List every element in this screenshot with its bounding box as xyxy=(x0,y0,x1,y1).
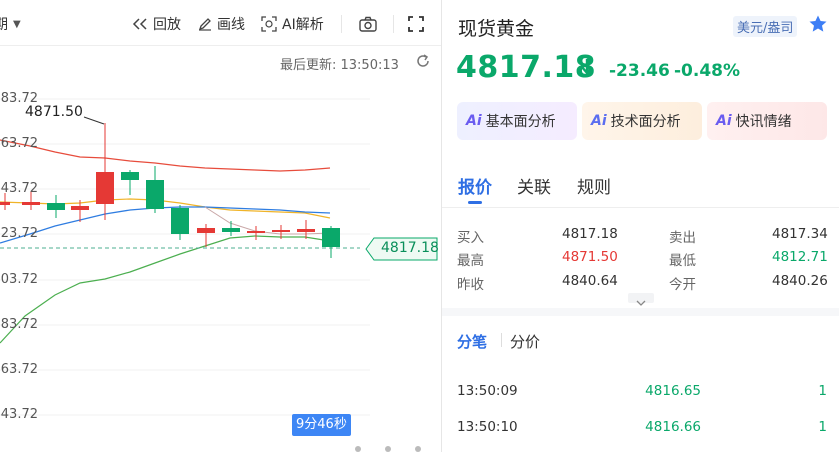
fundamental-analysis-button[interactable]: Ai 基本面分析 xyxy=(457,102,577,140)
expand-chevron-icon[interactable] xyxy=(628,293,654,306)
current-price-tag-text: 4817.18 xyxy=(381,240,439,256)
tab-active-indicator xyxy=(468,201,482,204)
fullscreen-icon xyxy=(408,16,424,32)
y-axis-label: 4783.72 xyxy=(0,317,38,332)
technical-analysis-label: 技术面分析 xyxy=(610,114,681,130)
toolbar-divider xyxy=(393,15,394,33)
currency-badge[interactable]: 美元/盎司 xyxy=(733,16,798,37)
fundamental-analysis-label: 基本面分析 xyxy=(485,114,556,130)
rewind-icon xyxy=(132,18,147,30)
pager-dot[interactable] xyxy=(385,446,391,452)
candle xyxy=(247,226,265,240)
open-label: 今开 xyxy=(669,277,696,293)
quote-panel: 现货黄金 美元/盎司 4817.18 -23.46 -0.48% Ai 基本面分… xyxy=(442,0,839,452)
tabs-separator xyxy=(442,207,839,208)
y-axis-label: 4743.72 xyxy=(0,407,38,422)
pager-dot[interactable] xyxy=(415,446,421,452)
ai-icon: Ai xyxy=(591,113,607,129)
candle xyxy=(297,220,315,239)
y-axis-label: 4843.72 xyxy=(0,181,38,196)
price-change: -23.46 xyxy=(609,61,670,81)
tab-related[interactable]: 关联 xyxy=(517,173,551,198)
buy-value: 4817.18 xyxy=(562,226,618,242)
subtab-price-dist[interactable]: 分价 xyxy=(510,331,540,352)
ai-scan-icon xyxy=(261,16,277,32)
period-selector[interactable]: 期 ▼ xyxy=(0,14,21,34)
draw-label: 画线 xyxy=(217,17,245,33)
chart-panel: 期 ▼ 回放 画线 AI解析 最后更新: 13:50:13 4871.50 83… xyxy=(0,0,441,452)
y-axis-label: 4763.72 xyxy=(0,362,38,377)
ai-label: AI解析 xyxy=(282,17,324,33)
draw-line-button[interactable]: 画线 xyxy=(198,14,245,34)
candle xyxy=(322,226,340,258)
tab-quote[interactable]: 报价 xyxy=(458,173,492,198)
news-sentiment-button[interactable]: Ai 快讯情绪 xyxy=(707,102,827,140)
arrow-down-icon xyxy=(580,58,594,80)
ai-analysis-button[interactable]: AI解析 xyxy=(261,14,324,34)
prev-close-value: 4840.64 xyxy=(562,273,618,289)
tick-volume: 1 xyxy=(818,383,827,399)
countdown-badge: 9分46秒 xyxy=(292,414,351,436)
tick-price: 4816.66 xyxy=(645,419,701,435)
low-label: 最低 xyxy=(669,253,696,269)
favorite-star-icon[interactable] xyxy=(808,14,828,38)
candles xyxy=(0,123,340,258)
section-separator xyxy=(442,308,839,316)
low-value: 4812.71 xyxy=(772,249,828,265)
candle xyxy=(121,170,139,195)
candlestick-chart[interactable] xyxy=(0,80,370,452)
y-axis-label: 4883.72 xyxy=(0,91,38,106)
grid-lines xyxy=(0,98,370,416)
current-price: 4817.18 xyxy=(456,50,597,85)
tick-volume: 1 xyxy=(818,419,827,435)
buy-label: 买入 xyxy=(457,230,484,246)
ai-icon: Ai xyxy=(466,113,482,129)
high-value: 4871.50 xyxy=(562,249,618,265)
pager-dot[interactable] xyxy=(355,446,361,452)
ma-line-green xyxy=(0,235,331,344)
ai-icon: Ai xyxy=(716,113,732,129)
last-update-text: 最后更新: 13:50:13 xyxy=(280,58,399,73)
tick-time: 13:50:09 xyxy=(457,383,518,399)
y-axis-label: 4823.72 xyxy=(0,226,38,241)
subtab-divider xyxy=(501,333,502,347)
price-change-pct: -0.48% xyxy=(674,61,741,81)
high-marker-label: 4871.50 xyxy=(25,104,83,120)
high-label: 最高 xyxy=(457,253,484,269)
refresh-icon[interactable] xyxy=(415,53,431,73)
candle xyxy=(96,123,114,220)
toolbar-separator xyxy=(0,45,441,46)
y-axis-label: 4863.72 xyxy=(0,136,38,151)
replay-label: 回放 xyxy=(153,17,181,33)
technical-analysis-button[interactable]: Ai 技术面分析 xyxy=(582,102,702,140)
period-label: 期 xyxy=(0,17,8,33)
tab-rules[interactable]: 规则 xyxy=(577,173,611,198)
candle xyxy=(146,166,164,213)
pen-icon xyxy=(198,18,211,31)
tick-time: 13:50:10 xyxy=(457,419,518,435)
subtab-ticks[interactable]: 分笔 xyxy=(457,331,487,352)
y-axis-label: 4803.72 xyxy=(0,272,38,287)
toolbar-divider xyxy=(341,15,342,33)
candle xyxy=(171,205,189,240)
news-sentiment-label: 快讯情绪 xyxy=(735,114,792,130)
instrument-title: 现货黄金 xyxy=(458,18,535,40)
sell-value: 4817.34 xyxy=(772,226,828,242)
prev-close-label: 昨收 xyxy=(457,277,484,293)
tick-row: 13:50:09 4816.65 1 xyxy=(457,383,829,403)
tick-price: 4816.65 xyxy=(645,383,701,399)
camera-icon xyxy=(359,16,377,32)
tick-row: 13:50:10 4816.66 1 xyxy=(457,419,829,439)
chevron-down-icon: ▼ xyxy=(13,18,21,30)
open-value: 4840.26 xyxy=(772,273,828,289)
candle xyxy=(47,195,65,218)
current-price-tag: 4817.18 xyxy=(365,237,439,261)
screenshot-button[interactable] xyxy=(359,14,377,34)
tick-row-clipped xyxy=(457,356,827,362)
high-marker-line xyxy=(83,116,105,125)
fullscreen-button[interactable] xyxy=(408,14,424,34)
replay-button[interactable]: 回放 xyxy=(132,14,181,34)
ma-line-red xyxy=(0,139,331,172)
sell-label: 卖出 xyxy=(669,230,696,246)
